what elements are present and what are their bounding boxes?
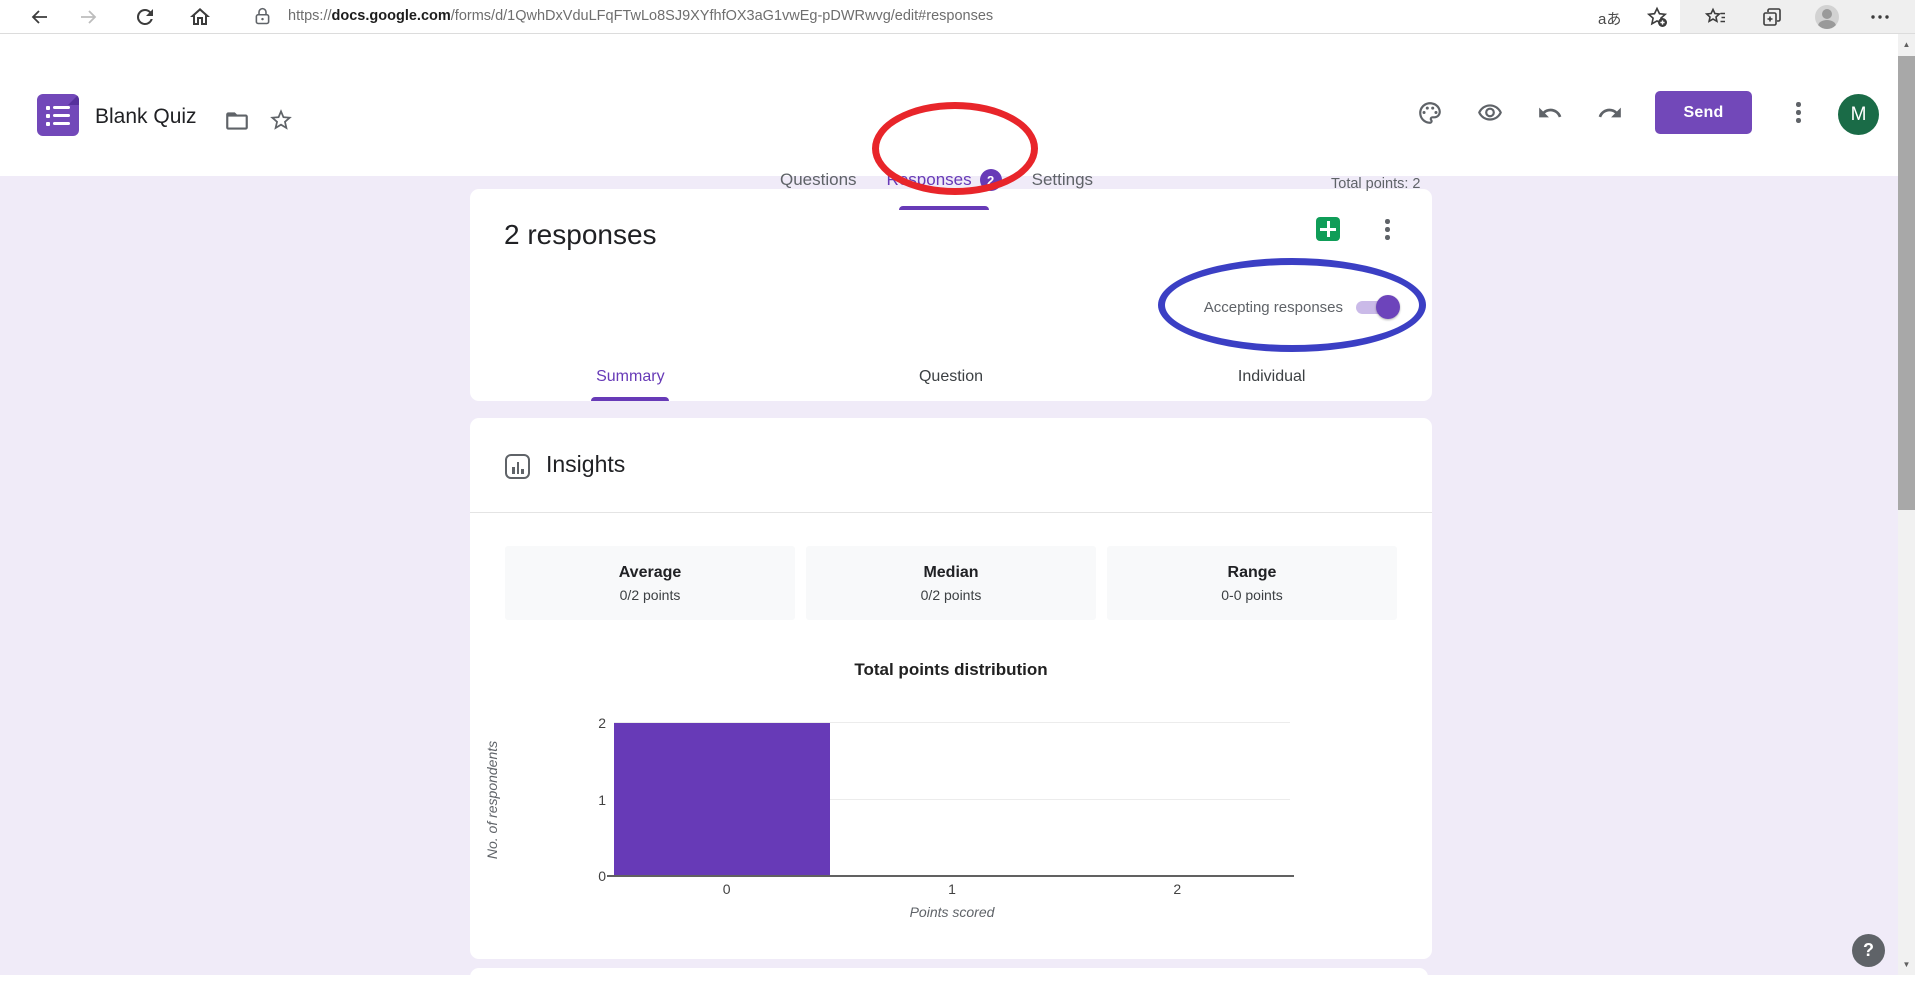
add-favorite-star-icon[interactable]	[1645, 5, 1669, 29]
collections-icon[interactable]	[1760, 5, 1784, 29]
toggle-knob	[1376, 295, 1400, 319]
chart-y-tick: 1	[570, 792, 606, 808]
chart-bar	[614, 723, 830, 876]
scrollbar-thumb[interactable]	[1898, 56, 1915, 510]
main-content: 2 responses Accepting responses Summary …	[0, 176, 1915, 975]
chart-y-tick: 2	[570, 715, 606, 731]
active-tab-underline	[899, 206, 989, 210]
url-protocol: https://	[288, 8, 332, 24]
chart-y-tick: 0	[570, 868, 606, 884]
insights-title: Insights	[546, 451, 625, 478]
accepting-responses-row: Accepting responses	[1204, 294, 1400, 320]
forward-icon[interactable]	[76, 5, 100, 29]
accepting-responses-label: Accepting responses	[1204, 299, 1343, 316]
theme-palette-icon[interactable]	[1417, 100, 1443, 126]
redo-icon[interactable]	[1597, 100, 1623, 126]
chart-x-axis-label: Points scored	[614, 904, 1290, 920]
chart-x-ticks: 012	[614, 881, 1290, 897]
chart-plot-area	[614, 723, 1290, 876]
more-options-icon[interactable]	[1786, 100, 1810, 124]
scroll-up-icon[interactable]: ▲	[1898, 36, 1915, 53]
url-domain: docs.google.com	[332, 8, 451, 24]
tab-settings[interactable]: Settings	[1032, 170, 1093, 190]
scrollbar[interactable]: ▲ ▼	[1898, 34, 1915, 975]
scroll-down-icon[interactable]: ▼	[1898, 956, 1915, 973]
chart-y-axis-label: No. of respondents	[482, 723, 502, 876]
stat-average: Average 0/2 points	[505, 546, 795, 620]
chart-band	[614, 723, 839, 876]
chart-x-tick: 1	[839, 881, 1064, 897]
nav-tabs: Questions Responses 2 Settings	[780, 154, 1093, 206]
undo-icon[interactable]	[1537, 100, 1563, 126]
responses-count-title: 2 responses	[504, 219, 657, 251]
stat-range: Range 0-0 points	[1107, 546, 1397, 620]
translate-icon[interactable]: aあ	[1598, 8, 1621, 29]
profile-body-icon	[1818, 20, 1836, 29]
summary-tab-underline	[591, 397, 669, 401]
total-points-label: Total points: 2	[1331, 176, 1431, 192]
chart-x-tick: 0	[614, 881, 839, 897]
profile-head-icon	[1822, 9, 1832, 19]
accepting-responses-toggle[interactable]	[1356, 299, 1400, 315]
tab-questions[interactable]: Questions	[780, 170, 857, 190]
url-path: /forms/d/1QwhDxVduLFqFTwLo8SJ9XYfhfOX3aG…	[451, 8, 993, 24]
forms-header: Blank Quiz Send M Questions Responses 2 …	[0, 34, 1915, 176]
send-button[interactable]: Send	[1655, 91, 1752, 134]
insights-chart-icon	[505, 454, 530, 479]
tab-responses[interactable]: Responses 2	[887, 169, 1002, 191]
move-folder-icon[interactable]	[224, 108, 250, 134]
lock-icon[interactable]	[252, 6, 273, 27]
next-card-partial	[470, 968, 1428, 988]
chart-band	[1065, 723, 1290, 876]
account-avatar[interactable]: M	[1838, 94, 1879, 135]
back-icon[interactable]	[28, 5, 52, 29]
insights-header: Insights	[470, 418, 1432, 513]
home-icon[interactable]	[188, 5, 212, 29]
chart-x-tick: 2	[1065, 881, 1290, 897]
stats-row: Average 0/2 points Median 0/2 points Ran…	[505, 546, 1397, 620]
insights-card: Insights Average 0/2 points Median 0/2 p…	[470, 418, 1432, 959]
address-bar[interactable]: https://docs.google.com/forms/d/1QwhDxVd…	[288, 8, 993, 24]
stat-median: Median 0/2 points	[806, 546, 1096, 620]
chart-band	[839, 723, 1064, 876]
link-to-sheets-icon[interactable]	[1316, 217, 1340, 241]
help-button[interactable]: ?	[1852, 934, 1885, 967]
tab-question[interactable]: Question	[791, 353, 1112, 401]
star-icon[interactable]	[268, 107, 294, 133]
chart-title: Total points distribution	[470, 660, 1432, 680]
preview-eye-icon[interactable]	[1477, 100, 1503, 126]
refresh-icon[interactable]	[133, 5, 157, 29]
responses-more-options-icon[interactable]	[1375, 217, 1399, 241]
tab-summary[interactable]: Summary	[470, 353, 791, 401]
responses-count-badge: 2	[980, 169, 1002, 191]
responses-card: 2 responses Accepting responses Summary …	[470, 189, 1432, 401]
browser-menu-icon[interactable]	[1868, 5, 1892, 29]
forms-logo-icon[interactable]	[37, 94, 79, 136]
chart-x-axis-line	[607, 875, 1294, 877]
favorites-bar-icon[interactable]	[1704, 5, 1728, 29]
chart-y-ticks: 012	[570, 723, 606, 876]
browser-toolbar: https://docs.google.com/forms/d/1QwhDxVd…	[0, 0, 1915, 34]
response-view-tabs: Summary Question Individual	[470, 353, 1432, 401]
browser-profile-avatar[interactable]	[1815, 5, 1839, 29]
form-title[interactable]: Blank Quiz	[95, 105, 197, 129]
tab-individual[interactable]: Individual	[1111, 353, 1432, 401]
